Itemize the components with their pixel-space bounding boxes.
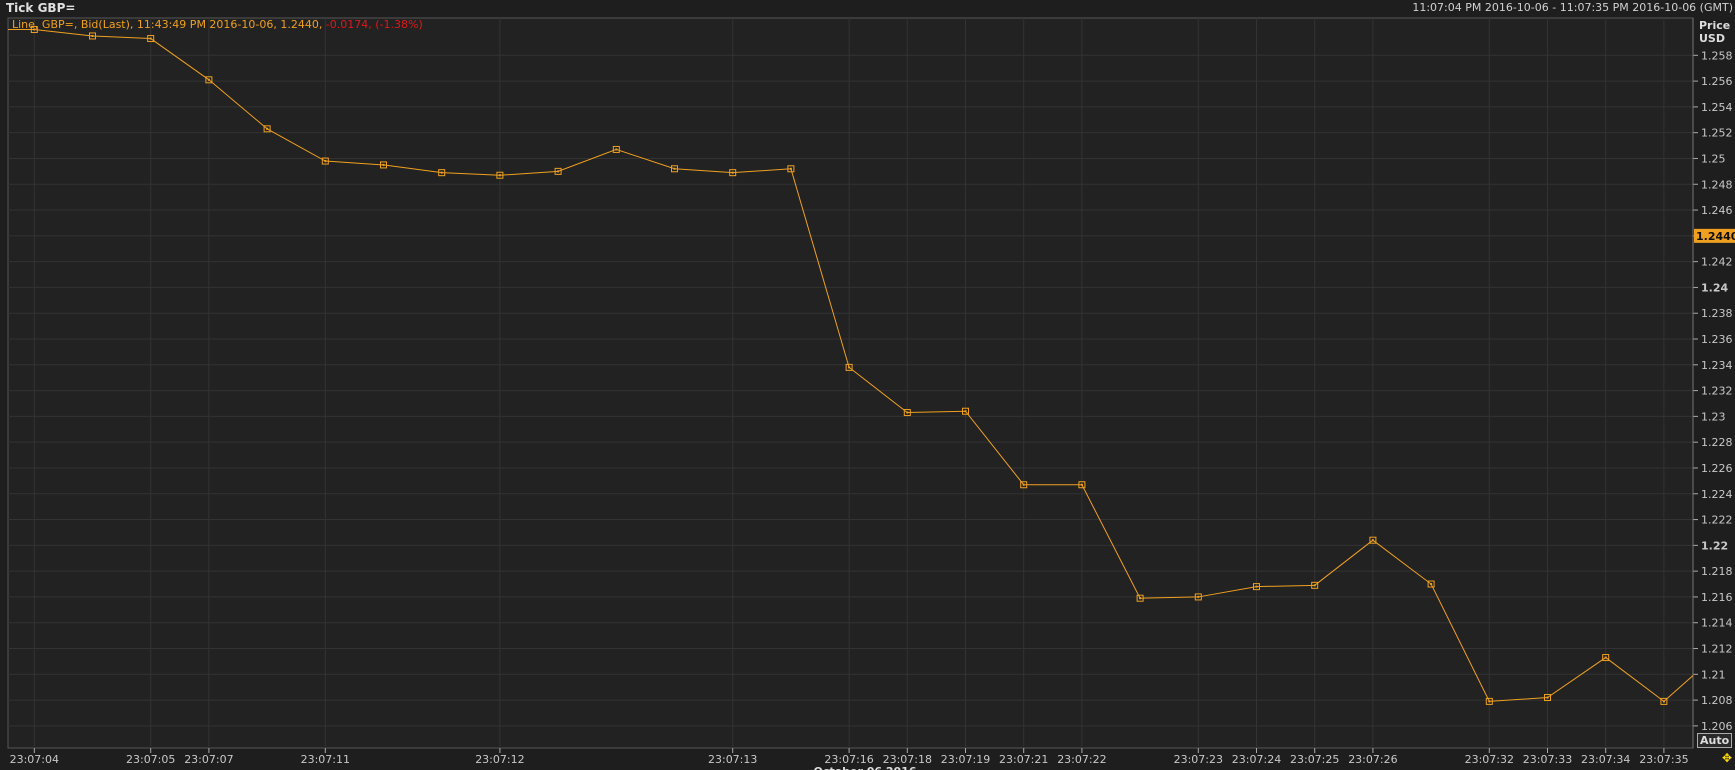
data-point-dot bbox=[266, 127, 269, 130]
data-point-dot bbox=[1139, 597, 1142, 600]
x-tick-label: 23:07:12 bbox=[475, 753, 524, 766]
x-tick-label: 23:07:26 bbox=[1348, 753, 1397, 766]
y-tick-label: 1.232 bbox=[1701, 385, 1733, 398]
date-label: October 06 2016 bbox=[813, 765, 916, 770]
y-tick-label: 1.238 bbox=[1701, 307, 1733, 320]
data-point-dot bbox=[789, 167, 792, 170]
x-tick-label: 23:07:22 bbox=[1057, 753, 1106, 766]
y-tick-label: 1.206 bbox=[1701, 720, 1733, 733]
data-point-dot bbox=[149, 37, 152, 40]
price-chart[interactable]: 1.206 1.208 1.21 1.212 1.214 1.216 1.218 1.22 1.… bbox=[0, 0, 1735, 770]
data-point-dot bbox=[91, 34, 94, 37]
data-point-dot bbox=[731, 171, 734, 174]
y-tick-label: 1.216 bbox=[1701, 591, 1733, 604]
y-tick-label: 1.224 bbox=[1701, 488, 1733, 501]
time-range: 11:07:04 PM 2016-10-06 - 11:07:35 PM 201… bbox=[1412, 1, 1733, 14]
x-tick-label: 23:07:13 bbox=[708, 753, 757, 766]
y-tick-label: 1.254 bbox=[1701, 101, 1733, 114]
x-tick-label: 23:07:33 bbox=[1523, 753, 1572, 766]
y-tick-label: 1.258 bbox=[1701, 49, 1733, 62]
y-tick-label: 1.252 bbox=[1701, 127, 1733, 140]
data-point-dot bbox=[382, 163, 385, 166]
x-tick-label: 23:07:07 bbox=[184, 753, 233, 766]
data-point-dot bbox=[848, 366, 851, 369]
y-axis-label: Price bbox=[1699, 19, 1730, 32]
x-tick-label: 23:07:21 bbox=[999, 753, 1048, 766]
data-point-dot bbox=[1080, 483, 1083, 486]
y-tick-label: 1.248 bbox=[1701, 178, 1733, 191]
y-tick-label: 1.226 bbox=[1701, 462, 1733, 475]
y-tick-label: 1.212 bbox=[1701, 643, 1733, 656]
data-point-dot bbox=[673, 167, 676, 170]
data-point-dot bbox=[1488, 700, 1491, 703]
legend-series: Line, GBP=, Bid(Last), 11:43:49 PM 2016-… bbox=[12, 18, 326, 31]
y-tick-label: 1.222 bbox=[1701, 514, 1733, 527]
y-tick-label: 1.234 bbox=[1701, 359, 1733, 372]
x-tick-label: 23:07:34 bbox=[1581, 753, 1630, 766]
data-point-dot bbox=[1604, 656, 1607, 659]
x-tick-label: 23:07:04 bbox=[10, 753, 59, 766]
series-legend: Line, GBP=, Bid(Last), 11:43:49 PM 2016-… bbox=[12, 18, 423, 31]
data-point-dot bbox=[1313, 584, 1316, 587]
data-point-dot bbox=[498, 174, 501, 177]
auto-scale-button[interactable]: Auto bbox=[1697, 733, 1733, 748]
y-tick-label: 1.236 bbox=[1701, 333, 1733, 346]
y-tick-label: 1.24 bbox=[1701, 281, 1728, 294]
y-tick-label: 1.242 bbox=[1701, 256, 1733, 269]
data-point-dot bbox=[1430, 583, 1433, 586]
y-tick-label: 1.21 bbox=[1701, 668, 1726, 681]
data-point-dot bbox=[964, 410, 967, 413]
y-tick-label: 1.214 bbox=[1701, 617, 1733, 630]
x-tick-label: 23:07:11 bbox=[301, 753, 350, 766]
data-point-dot bbox=[1371, 539, 1374, 542]
data-point-dot bbox=[906, 411, 909, 414]
y-tick-label: 1.256 bbox=[1701, 75, 1733, 88]
data-point-dot bbox=[1662, 700, 1665, 703]
y-tick-label: 1.23 bbox=[1701, 410, 1726, 423]
x-tick-label: 23:07:25 bbox=[1290, 753, 1339, 766]
y-tick-label: 1.208 bbox=[1701, 694, 1733, 707]
last-price-label: 1.2440 bbox=[1696, 230, 1735, 243]
plot-area bbox=[7, 17, 1694, 749]
y-tick-label: 1.22 bbox=[1701, 539, 1728, 552]
pan-arrows-icon[interactable]: ✥ bbox=[1722, 751, 1732, 765]
y-tick-label: 1.25 bbox=[1701, 152, 1726, 165]
legend-change: -0.0174, (-1.38%) bbox=[325, 18, 423, 31]
data-point-dot bbox=[440, 171, 443, 174]
data-point-dot bbox=[1255, 585, 1258, 588]
y-tick-label: 1.246 bbox=[1701, 204, 1733, 217]
data-point-dot bbox=[1197, 595, 1200, 598]
data-point-dot bbox=[1546, 696, 1549, 699]
y-axis-unit: USD bbox=[1699, 32, 1725, 45]
data-point-dot bbox=[324, 160, 327, 163]
data-point-dot bbox=[557, 170, 560, 173]
x-tick-label: 23:07:35 bbox=[1639, 753, 1688, 766]
x-tick-label: 23:07:24 bbox=[1232, 753, 1281, 766]
data-point-dot bbox=[207, 78, 210, 81]
x-tick-label: 23:07:05 bbox=[126, 753, 175, 766]
x-tick-label: 23:07:19 bbox=[941, 753, 990, 766]
data-point-dot bbox=[615, 148, 618, 151]
y-tick-label: 1.218 bbox=[1701, 565, 1733, 578]
x-tick-label: 23:07:32 bbox=[1465, 753, 1514, 766]
chart-title: Tick GBP= bbox=[6, 1, 76, 15]
y-tick-label: 1.228 bbox=[1701, 436, 1733, 449]
data-point-dot bbox=[1022, 483, 1025, 486]
x-tick-label: 23:07:23 bbox=[1174, 753, 1223, 766]
